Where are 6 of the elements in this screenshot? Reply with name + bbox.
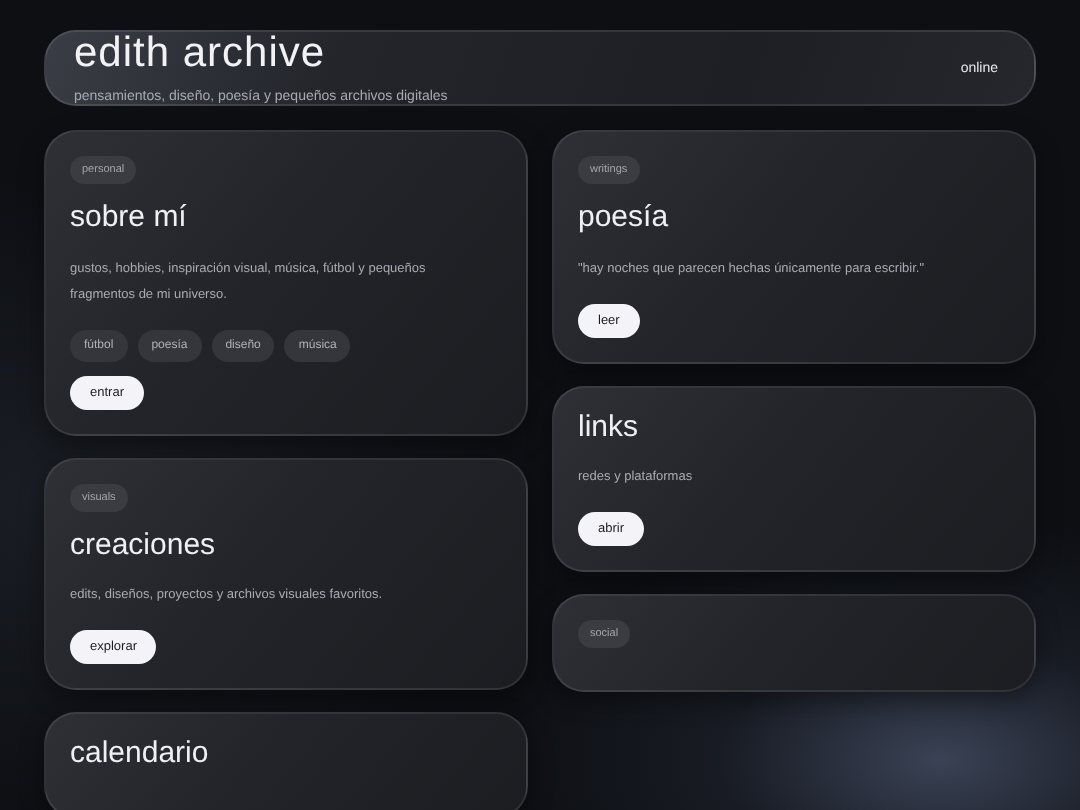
card-title: calendario — [70, 738, 209, 771]
card-title: poesía — [578, 202, 669, 235]
card-title: creaciones — [70, 529, 216, 562]
site-title: edith archive — [74, 32, 328, 74]
card-title: sobre mí — [70, 202, 187, 235]
card-title: links — [578, 411, 639, 444]
